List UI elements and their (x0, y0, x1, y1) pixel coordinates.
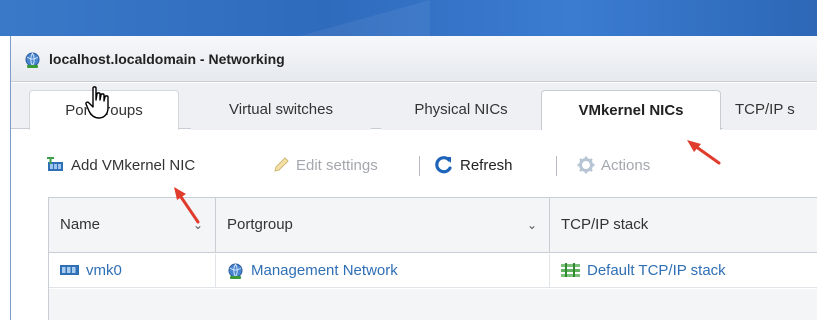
refresh-icon (435, 156, 452, 174)
gear-icon (577, 156, 595, 174)
chevron-down-icon: ⌄ (526, 218, 537, 232)
tab-tcpip-stacks[interactable]: TCP/IP s (723, 90, 817, 130)
actions-label: Actions (601, 156, 651, 174)
column-header-portgroup[interactable]: Portgroup ⌄ (216, 198, 550, 253)
grid-empty-area (49, 289, 817, 320)
window-title: localhost.localdomain - Networking (49, 51, 285, 67)
window-titlebar: localhost.localdomain - Networking (11, 36, 817, 82)
add-nic-icon (47, 157, 63, 171)
edit-settings-label: Edit settings (296, 156, 378, 174)
pencil-icon (274, 157, 289, 172)
cell-tcpip-stack[interactable]: Default TCP/IP stack (550, 254, 817, 288)
refresh-label: Refresh (460, 156, 513, 174)
table-row[interactable]: vmk0 Management Network Default TCP/IP s… (49, 254, 817, 288)
cell-portgroup[interactable]: Management Network (216, 254, 550, 288)
networking-window: localhost.localdomain - Networking Port … (10, 36, 817, 320)
tab-physical-nics[interactable]: Physical NICs (381, 90, 541, 130)
tab-vmkernel-nics[interactable]: VMkernel NICs (541, 90, 721, 130)
tab-bar: Port groups Virtual switches Physical NI… (11, 83, 817, 130)
tcpip-stack-icon (561, 263, 580, 277)
toolbar-separator (419, 156, 420, 176)
annotation-arrow (687, 140, 721, 165)
network-globe-icon (228, 263, 243, 279)
tab-virtual-switches[interactable]: Virtual switches (191, 90, 371, 130)
column-header-tcpip-stack[interactable]: TCP/IP stack (550, 198, 817, 253)
vmkernel-nic-icon (60, 265, 79, 275)
vmkernel-nics-grid: Name ⌄ Portgroup ⌄ TCP/IP stack vmk0 Man… (48, 197, 817, 320)
top-banner (0, 0, 817, 36)
add-vmkernel-nic-label: Add VMkernel NIC (71, 156, 196, 174)
add-vmkernel-nic-button[interactable]: Add VMkernel NIC (47, 155, 195, 175)
refresh-button[interactable]: Refresh (434, 155, 513, 175)
annotation-arrow (174, 187, 200, 224)
actions-button[interactable]: Actions (577, 155, 650, 175)
edit-settings-button[interactable]: Edit settings (272, 155, 378, 175)
hand-cursor-icon (85, 86, 109, 119)
cell-name[interactable]: vmk0 (49, 254, 216, 288)
toolbar-separator (556, 156, 557, 176)
network-globe-icon (25, 52, 40, 68)
grid-header: Name ⌄ Portgroup ⌄ TCP/IP stack (49, 198, 817, 253)
